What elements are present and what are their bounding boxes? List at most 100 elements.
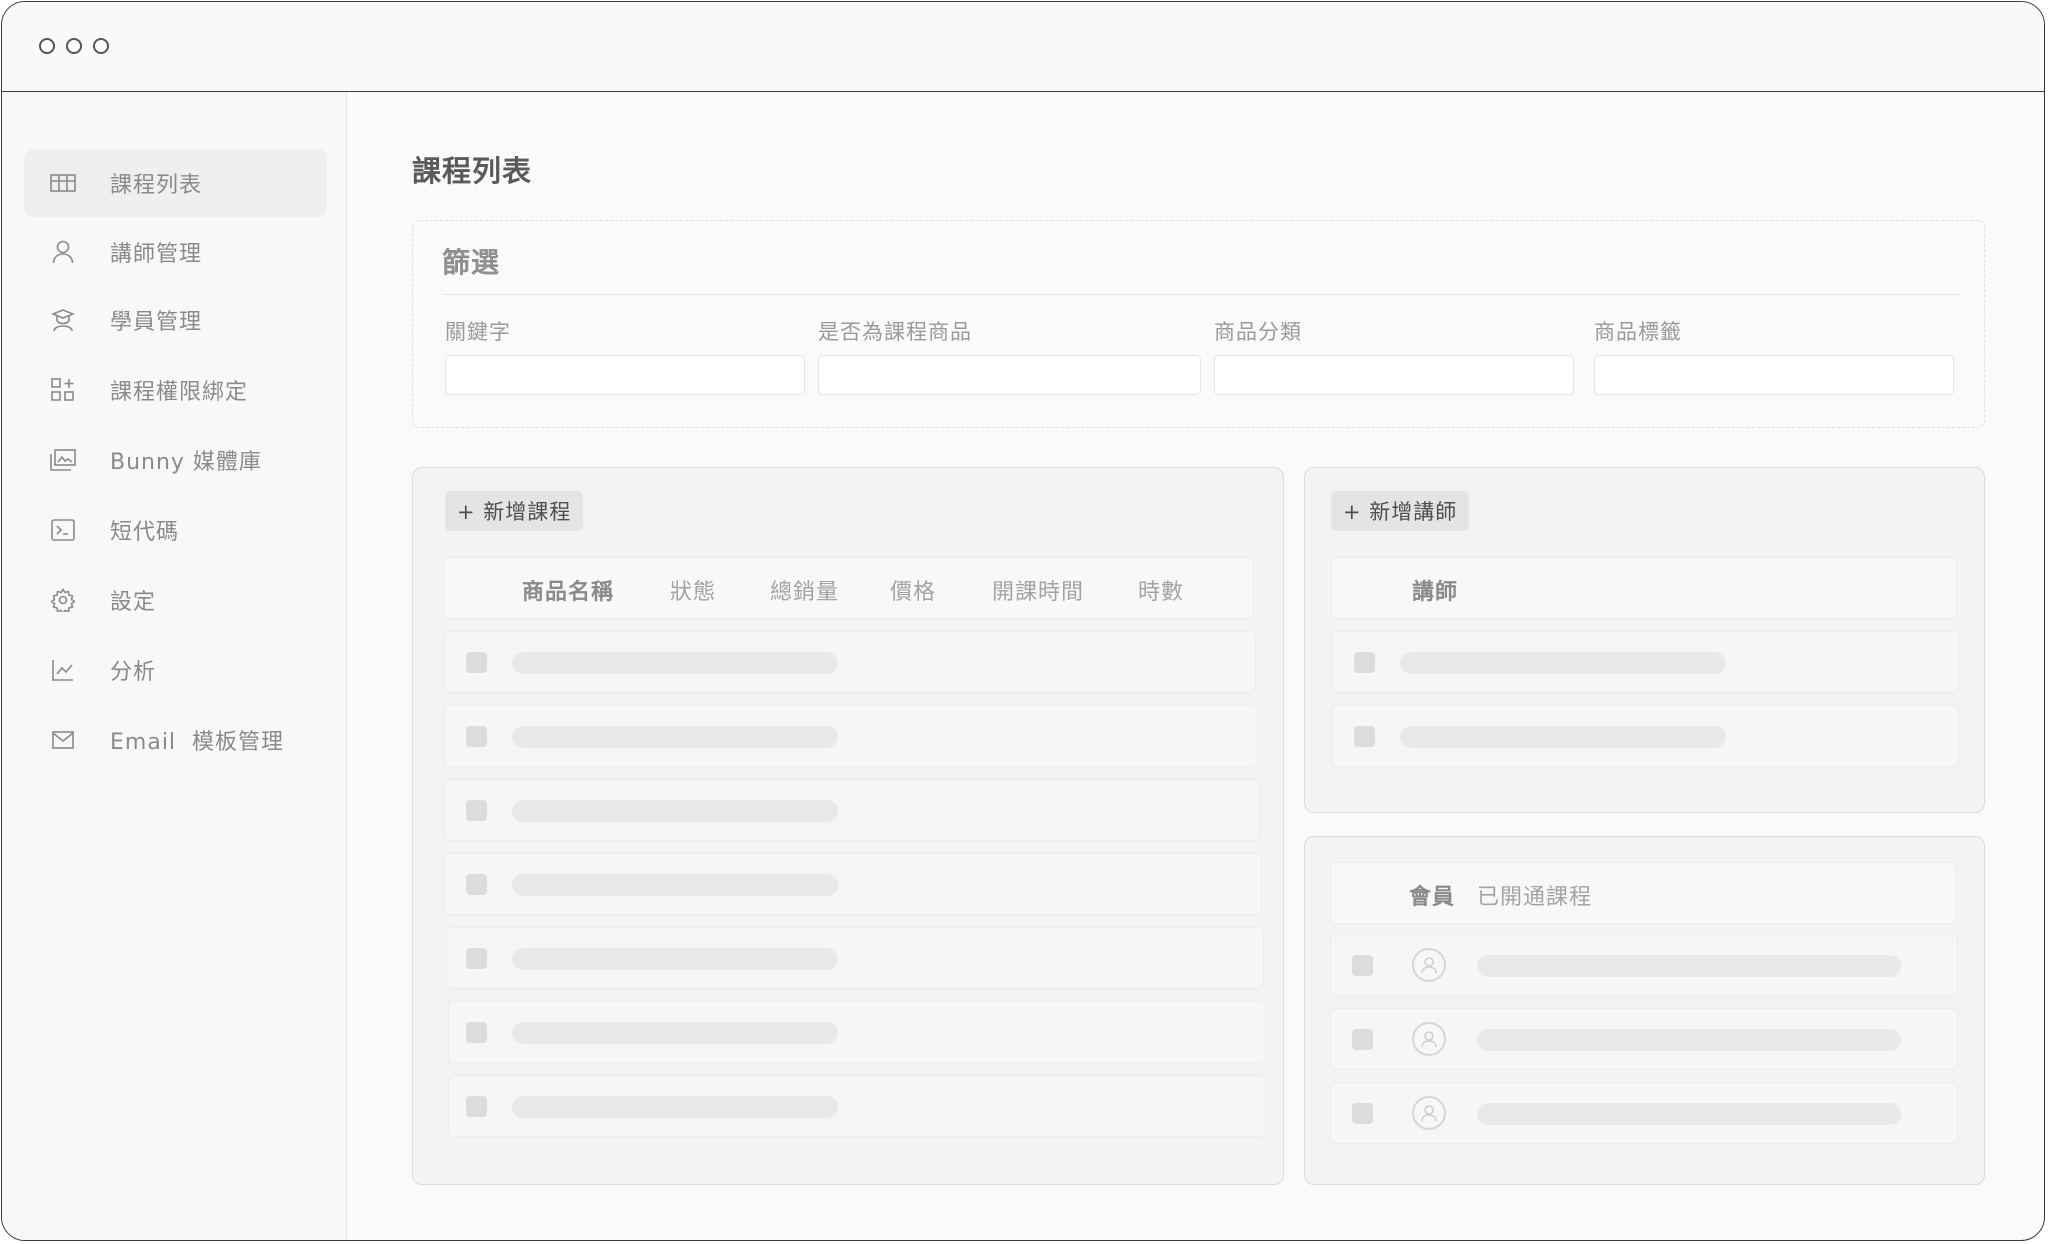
loading-placeholder [512,1022,838,1044]
table-row[interactable] [446,927,1264,989]
sidebar-item-label: 課程列表 [110,173,203,198]
column-hours[interactable]: 時數 [1138,574,1184,606]
teacher-table-header: 講師 [1331,557,1957,619]
sidebar: 課程列表 講師管理 學員管理 課程權限綁定 Bunny 媒體庫 短代碼 設定 分… [2,92,347,1240]
sidebar-item-shortcodes[interactable]: 短代碼 [24,496,327,564]
loading-placeholder [1477,1029,1901,1051]
table-row[interactable] [444,705,1258,767]
loading-placeholder [1477,955,1901,977]
row-checkbox[interactable] [1352,1029,1373,1050]
category-select[interactable] [1214,355,1574,395]
graduate-icon [50,307,76,333]
sidebar-item-teachers[interactable]: 講師管理 [24,218,327,286]
sidebar-item-email-templates[interactable]: Email 模板管理 [24,706,327,774]
loading-placeholder [512,800,838,822]
sidebar-item-settings[interactable]: 設定 [24,566,327,634]
sidebar-item-label: 分析 [110,660,157,685]
row-checkbox[interactable] [1352,1103,1373,1124]
filter-divider [442,294,1960,295]
table-row[interactable] [444,779,1260,841]
sidebar-item-analytics[interactable]: 分析 [24,636,327,704]
loading-placeholder [512,726,838,748]
table-row[interactable] [1331,705,1959,767]
table-row[interactable] [444,631,1256,693]
mail-icon [50,727,76,753]
table-row[interactable] [448,1075,1266,1137]
table-row[interactable] [1331,631,1959,693]
terminal-icon [50,517,76,543]
sidebar-item-bunny-media[interactable]: Bunny 媒體庫 [24,426,327,494]
gear-icon [50,587,76,613]
title-bar [2,2,2044,92]
loading-placeholder [512,1096,838,1118]
is-course-select[interactable] [818,355,1201,395]
is-course-label: 是否為課程商品 [818,320,972,344]
member-table-card: 會員 已開通課程 [1304,836,1985,1185]
apps-add-icon [50,377,76,403]
sidebar-item-label: Bunny 媒體庫 [110,450,262,475]
sidebar-item-label: 課程權限綁定 [110,380,249,405]
add-teacher-button[interactable]: + 新增講師 [1331,491,1470,531]
window-maximize-dot[interactable] [93,38,109,54]
loading-placeholder [1400,652,1726,674]
sidebar-item-course-list[interactable]: 課程列表 [24,149,327,217]
sidebar-item-students[interactable]: 學員管理 [24,286,327,354]
row-checkbox[interactable] [466,652,487,673]
row-checkbox[interactable] [466,948,487,969]
sidebar-item-label: 學員管理 [110,310,203,335]
table-row[interactable] [1330,934,1958,996]
teacher-table-card: + 新增講師 講師 [1304,467,1985,813]
window-minimize-dot[interactable] [66,38,82,54]
column-status[interactable]: 狀態 [670,574,716,606]
window-close-dot[interactable] [39,38,55,54]
table-row[interactable] [444,853,1262,915]
user-icon [50,239,76,265]
row-checkbox[interactable] [1354,652,1375,673]
table-icon [50,170,76,196]
avatar-icon [1412,1022,1446,1056]
add-course-button[interactable]: + 新增課程 [445,491,584,531]
sidebar-item-label: 講師管理 [110,242,203,267]
media-library-icon [50,447,76,473]
category-label: 商品分類 [1214,320,1302,344]
loading-placeholder [512,948,838,970]
column-teacher[interactable]: 講師 [1412,574,1458,606]
row-checkbox[interactable] [466,800,487,821]
loading-placeholder [1400,726,1726,748]
main-content: 課程列表 篩選 關鍵字 是否為課程商品 商品分類 商品標籤 + 新增課程 商品名… [347,92,2044,1240]
keyword-input[interactable] [445,355,805,395]
table-row[interactable] [1330,1008,1958,1070]
column-product-name[interactable]: 商品名稱 [522,574,614,606]
avatar-icon [1412,948,1446,982]
page-title: 課程列表 [412,154,533,188]
course-table-header: 商品名稱 狀態 總銷量 價格 開課時間 時數 [444,557,1254,619]
row-checkbox[interactable] [466,1022,487,1043]
column-enrolled-courses[interactable]: 已開通課程 [1477,879,1592,911]
column-total-sales[interactable]: 總銷量 [770,574,839,606]
row-checkbox[interactable] [1354,726,1375,747]
table-row[interactable] [1330,1082,1958,1144]
tag-label: 商品標籤 [1594,320,1682,344]
sidebar-item-course-access[interactable]: 課程權限綁定 [24,356,327,424]
filter-panel: 篩選 關鍵字 是否為課程商品 商品分類 商品標籤 [412,220,1985,428]
table-row[interactable] [448,1001,1266,1063]
app-window: 課程列表 講師管理 學員管理 課程權限綁定 Bunny 媒體庫 短代碼 設定 分… [1,1,2045,1241]
sidebar-item-label: 短代碼 [110,520,180,545]
sidebar-item-label: 設定 [110,590,157,615]
loading-placeholder [512,652,838,674]
row-checkbox[interactable] [466,874,487,895]
avatar-icon [1412,1096,1446,1130]
column-start-time[interactable]: 開課時間 [992,574,1084,606]
tag-select[interactable] [1594,355,1954,395]
column-member[interactable]: 會員 [1409,879,1455,911]
keyword-label: 關鍵字 [445,320,511,344]
row-checkbox[interactable] [466,726,487,747]
row-checkbox[interactable] [1352,955,1373,976]
course-table-card: + 新增課程 商品名稱 狀態 總銷量 價格 開課時間 時數 [412,467,1284,1185]
loading-placeholder [512,874,838,896]
row-checkbox[interactable] [466,1096,487,1117]
filter-title: 篩選 [442,246,501,279]
column-price[interactable]: 價格 [890,574,936,606]
line-chart-icon [50,657,76,683]
sidebar-item-label: Email 模板管理 [110,730,285,755]
